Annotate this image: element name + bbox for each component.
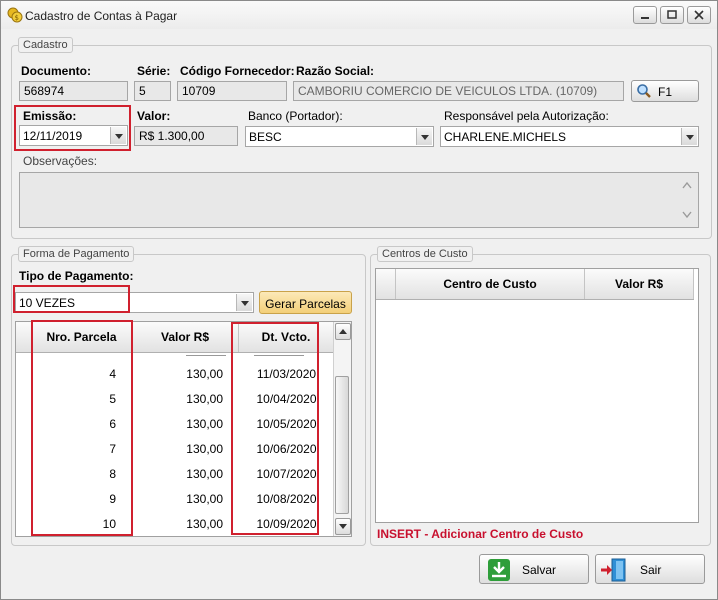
documento-field[interactable]: 568974 [19,81,128,101]
cell-valor: 130,00 [186,367,223,381]
cell-valor: 130,00 [186,417,223,431]
cadastro-legend: Cadastro [18,37,73,53]
sair-label: Sair [640,563,662,577]
close-icon [694,10,704,20]
responsavel-value: CHARLENE.MICHELS [444,130,567,144]
cell-valor: 130,00 [186,467,223,481]
highlight-dt-vcto [231,322,319,535]
banco-value: BESC [249,130,282,144]
centros-custo-legend: Centros de Custo [377,246,473,262]
razao-social-field[interactable]: CAMBORIU COMERCIO DE VEICULOS LTDA. (107… [293,81,624,101]
highlight-emissao [14,105,131,151]
col-valor[interactable]: Valor R$ [132,322,239,352]
highlight-tipo-pagamento [13,285,130,313]
maximize-icon [667,10,677,19]
codigo-fornecedor-field[interactable]: 10709 [177,81,287,101]
banco-select[interactable]: BESC [245,126,434,147]
centros-grid-header: Centro de Custo Valor R$ [376,269,694,300]
tipo-pagamento-label: Tipo de Pagamento: [19,269,134,283]
col-valor-centro[interactable]: Valor R$ [585,269,694,299]
svg-text:$: $ [15,14,19,22]
centros-custo-grid: Centro de Custo Valor R$ [375,268,699,523]
minimize-button[interactable] [633,6,657,24]
f1-label: F1 [658,85,673,99]
row-selector-header [16,322,32,352]
chevron-down-icon[interactable] [416,128,432,145]
row-selector-header [376,269,396,299]
responsavel-label: Responsável pela Autorização: [444,109,609,123]
valor-field[interactable]: R$ 1.300,00 [134,126,238,146]
cell-valor: 130,00 [186,442,223,456]
cell-valor: 130,00 [186,492,223,506]
salvar-button[interactable]: Salvar [479,554,589,584]
banco-label: Banco (Portador): [248,109,343,123]
parcelas-scrollbar[interactable] [333,322,351,536]
forma-pagamento-legend: Forma de Pagamento [18,246,135,262]
salvar-label: Salvar [522,563,557,577]
gerar-parcelas-button[interactable]: Gerar Parcelas [259,291,352,314]
chevron-down-icon[interactable] [681,128,697,145]
gerar-parcelas-label: Gerar Parcelas [265,297,346,311]
exit-door-icon [601,558,626,582]
download-save-icon [488,559,510,581]
magnifier-icon [637,84,651,98]
responsavel-select[interactable]: CHARLENE.MICHELS [440,126,699,147]
cell-valor: 130,00 [186,392,223,406]
observacoes-scroll-arrows[interactable] [681,179,693,221]
razao-social-label: Razão Social: [296,64,375,78]
cell-valor: 130,00 [186,517,223,531]
codigo-fornecedor-label: Código Fornecedor: [180,64,295,78]
highlight-nro-parcela [31,320,133,536]
minimize-icon [641,17,649,19]
main-window: $ Cadastro de Contas à Pagar Cadastro Do… [0,0,718,600]
f1-search-button[interactable]: F1 [631,80,699,102]
valor-label: Valor: [137,109,171,123]
maximize-button[interactable] [660,6,684,24]
observacoes-textarea[interactable] [19,172,699,228]
scroll-arrows-icon [682,181,692,219]
chevron-down-icon [339,524,347,529]
documento-label: Documento: [21,64,91,78]
insert-hint: INSERT - Adicionar Centro de Custo [377,527,584,541]
observacoes-label: Observações: [23,154,98,168]
serie-label: Série: [137,64,171,78]
serie-field[interactable]: 5 [134,81,171,101]
window-title: Cadastro de Contas à Pagar [25,9,178,23]
app-coins-icon: $ [7,7,23,23]
scroll-up-button[interactable] [335,323,351,340]
sair-button[interactable]: Sair [595,554,705,584]
chevron-up-icon [339,329,347,334]
col-centro-custo[interactable]: Centro de Custo [396,269,585,299]
chevron-down-icon[interactable] [236,294,252,311]
title-bar[interactable]: $ Cadastro de Contas à Pagar [1,1,717,29]
close-button[interactable] [687,6,711,24]
scroll-down-button[interactable] [335,518,351,535]
scroll-thumb[interactable] [335,376,349,514]
